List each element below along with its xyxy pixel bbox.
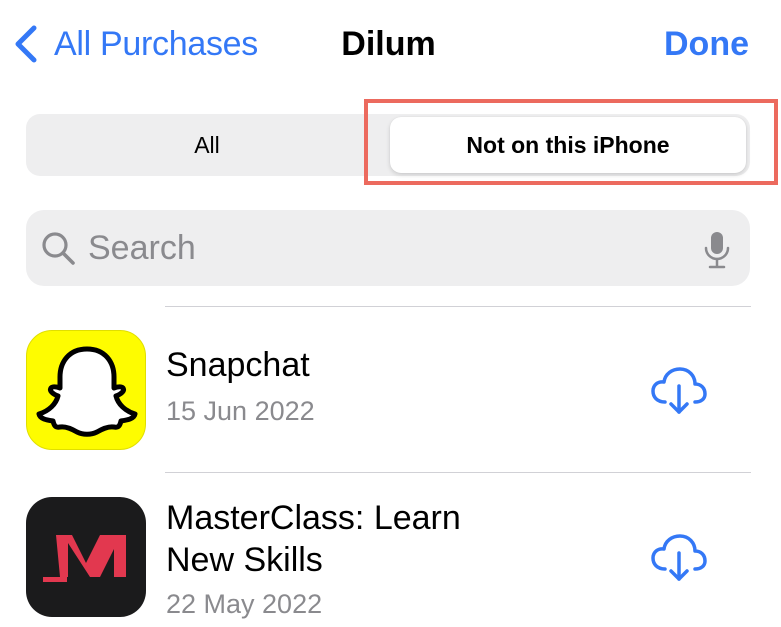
navigation-bar: All Purchases Dilum Done (0, 0, 781, 90)
search-input[interactable] (88, 210, 688, 286)
back-button-label: All Purchases (54, 24, 258, 63)
masterclass-m-icon (26, 497, 146, 617)
list-divider (165, 306, 751, 307)
app-name: Snapchat (166, 346, 310, 384)
search-icon (42, 232, 75, 265)
cloud-download-icon[interactable] (650, 533, 708, 583)
microphone-icon[interactable] (703, 231, 731, 269)
segment-all[interactable]: All (29, 117, 385, 173)
app-date: 15 Jun 2022 (166, 396, 315, 426)
back-button[interactable]: All Purchases (12, 22, 258, 66)
app-date: 22 May 2022 (166, 589, 323, 619)
search-bar (26, 210, 750, 286)
segment-not-on-this-iphone-label: Not on this iPhone (466, 131, 670, 158)
chevron-left-icon (15, 25, 37, 63)
segment-all-label: All (194, 131, 220, 158)
segment-not-on-this-iphone[interactable]: Not on this iPhone (390, 117, 746, 173)
segmented-control: All Not on this iPhone (26, 114, 750, 176)
list-divider (165, 472, 751, 473)
cloud-download-icon[interactable] (650, 366, 708, 416)
app-name: MasterClass: Learn New Skills (166, 499, 461, 579)
done-button[interactable]: Done (664, 22, 749, 66)
snapchat-ghost-icon (26, 330, 146, 450)
